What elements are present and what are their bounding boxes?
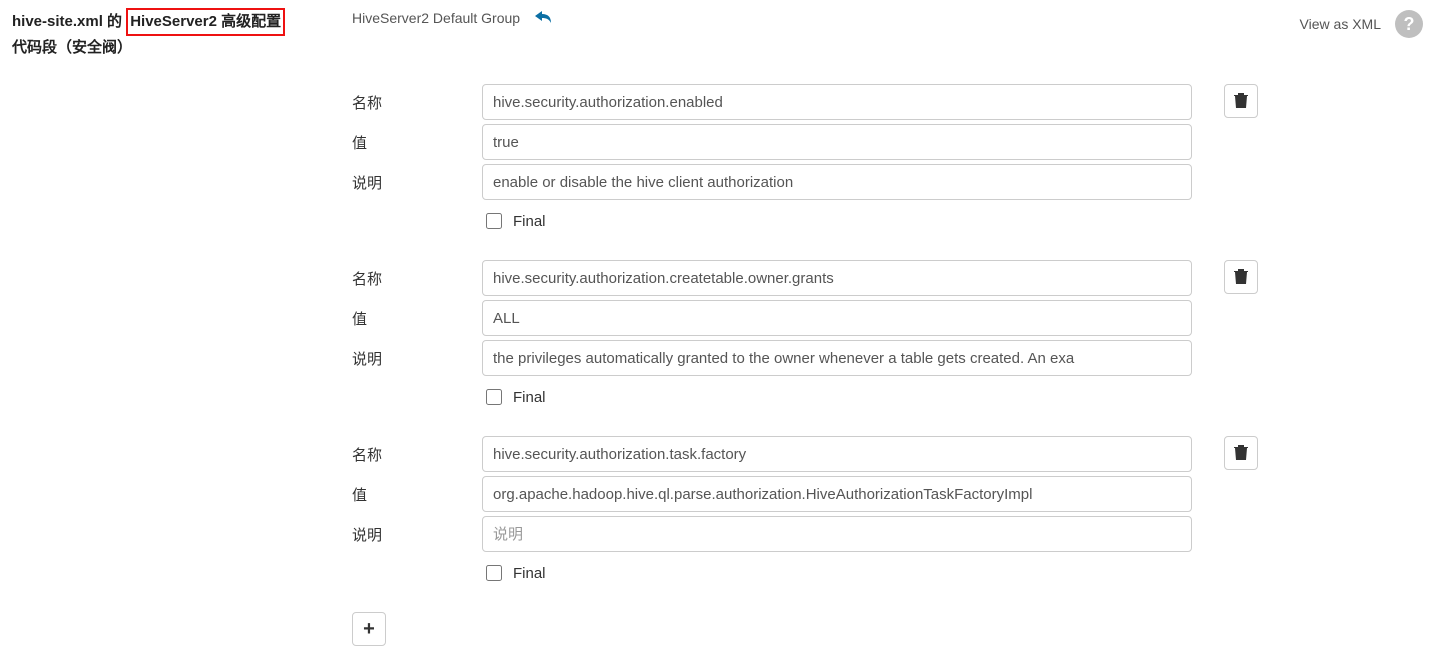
value-input[interactable] bbox=[482, 476, 1192, 512]
name-input[interactable] bbox=[482, 260, 1192, 296]
delete-button[interactable] bbox=[1224, 436, 1258, 470]
fields-col: Final bbox=[482, 436, 1192, 584]
labels-col: 名称 值 说明 bbox=[352, 84, 482, 232]
final-label: Final bbox=[513, 565, 546, 582]
label-name: 名称 bbox=[352, 260, 482, 300]
title-post: 代码段（安全阀） bbox=[12, 39, 132, 56]
label-name: 名称 bbox=[352, 84, 482, 124]
property-block: 名称 值 说明 Final bbox=[352, 84, 1429, 232]
labels-col: 名称 值 说明 bbox=[352, 260, 482, 408]
fields-col: Final bbox=[482, 84, 1192, 232]
label-value: 值 bbox=[352, 476, 482, 516]
group-label: HiveServer2 Default Group bbox=[352, 10, 520, 26]
desc-input[interactable] bbox=[482, 164, 1192, 200]
final-row[interactable]: Final bbox=[482, 386, 1192, 408]
value-input[interactable] bbox=[482, 124, 1192, 160]
help-icon[interactable]: ? bbox=[1395, 10, 1423, 38]
right-actions: View as XML ? bbox=[1300, 10, 1423, 38]
desc-input[interactable] bbox=[482, 340, 1192, 376]
desc-input[interactable] bbox=[482, 516, 1192, 552]
delete-button[interactable] bbox=[1224, 84, 1258, 118]
final-label: Final bbox=[513, 213, 546, 230]
final-checkbox[interactable] bbox=[486, 565, 502, 581]
final-row[interactable]: Final bbox=[482, 562, 1192, 584]
name-input[interactable] bbox=[482, 84, 1192, 120]
label-desc: 说明 bbox=[352, 516, 482, 556]
value-input[interactable] bbox=[482, 300, 1192, 336]
labels-col: 名称 值 说明 bbox=[352, 436, 482, 584]
title-highlight: HiveServer2 高级配置 bbox=[126, 8, 285, 36]
label-desc: 说明 bbox=[352, 340, 482, 380]
name-input[interactable] bbox=[482, 436, 1192, 472]
final-row[interactable]: Final bbox=[482, 210, 1192, 232]
label-value: 值 bbox=[352, 124, 482, 164]
add-button[interactable]: + bbox=[352, 612, 386, 646]
final-checkbox[interactable] bbox=[486, 213, 502, 229]
label-name: 名称 bbox=[352, 436, 482, 476]
fields-col: Final bbox=[482, 260, 1192, 408]
property-block: 名称 值 说明 Final bbox=[352, 436, 1429, 584]
label-desc: 说明 bbox=[352, 164, 482, 204]
undo-icon[interactable] bbox=[534, 10, 552, 24]
view-as-xml-link[interactable]: View as XML bbox=[1300, 16, 1381, 32]
header-row: hive-site.xml 的 HiveServer2 高级配置 代码段（安全阀… bbox=[12, 8, 1429, 60]
final-label: Final bbox=[513, 389, 546, 406]
label-value: 值 bbox=[352, 300, 482, 340]
delete-button[interactable] bbox=[1224, 260, 1258, 294]
property-block: 名称 值 说明 Final bbox=[352, 260, 1429, 408]
title-pre: hive-site.xml 的 bbox=[12, 13, 122, 30]
config-area: 名称 值 说明 Final 名称 值 说明 bbox=[352, 84, 1429, 646]
final-checkbox[interactable] bbox=[486, 389, 502, 405]
page-title: hive-site.xml 的 HiveServer2 高级配置 代码段（安全阀… bbox=[12, 8, 352, 60]
